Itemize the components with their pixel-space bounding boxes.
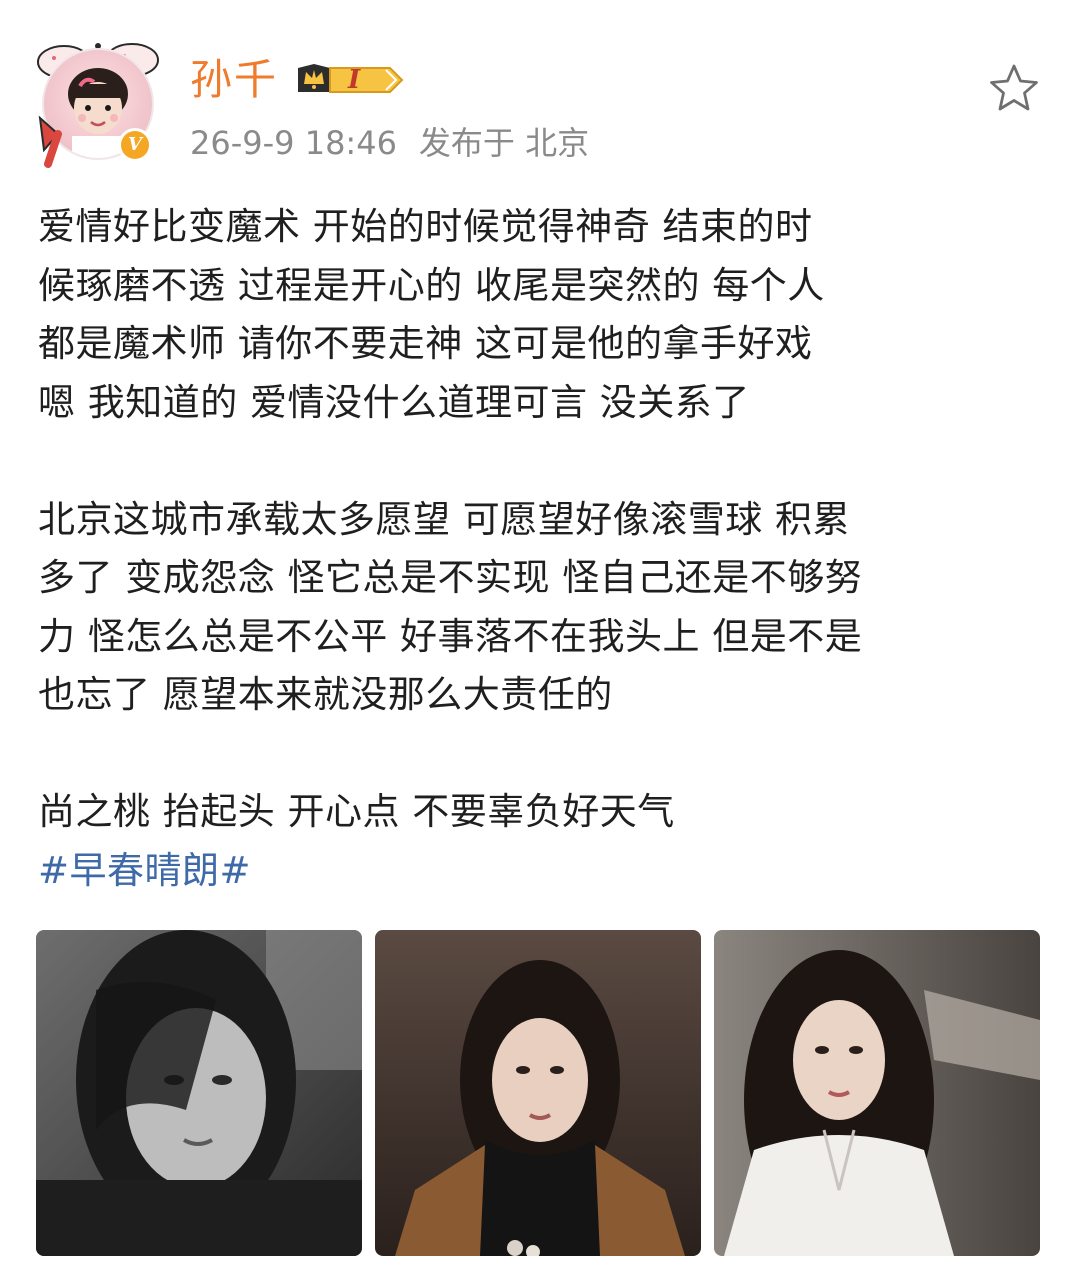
verified-mark: V — [121, 131, 149, 159]
photo-thumbnail[interactable] — [714, 930, 1040, 1256]
post-meta: 26-9-9 18:46 发布于 北京 — [190, 118, 589, 168]
member-level-text: I — [348, 65, 361, 95]
post-timestamp: 26-9-9 18:46 — [190, 124, 397, 162]
weibo-post: V 孙千 I 26-9-9 18:46 发布于 北京 爱情好比变魔术 开始的时候觉… — [0, 0, 1076, 1279]
star-outline-icon — [990, 64, 1038, 111]
portrait-photo-icon — [375, 930, 701, 1256]
avatar-bow-icon — [38, 115, 62, 168]
photo-thumbnail[interactable] — [36, 930, 362, 1256]
hashtag-link[interactable]: #早春晴朗# — [38, 842, 1028, 901]
post-paragraph: 北京这城市承载太多愿望 可愿望好像滚雪球 积累 多了 变成怨念 怪它总是不实现 … — [38, 497, 863, 717]
portrait-photo-icon — [714, 930, 1040, 1256]
photo-grid — [36, 930, 1040, 1256]
post-location: 发布于 北京 — [418, 124, 590, 162]
member-level-badge[interactable]: I — [294, 60, 406, 100]
avatar-container[interactable]: V — [34, 36, 162, 168]
post-paragraph: 尚之桃 抬起头 开心点 不要辜负好天气 — [38, 790, 675, 833]
post-paragraph: 爱情好比变魔术 开始的时候觉得神奇 结束的时 候琢磨不透 过程是开心的 收尾是突… — [38, 205, 825, 424]
username[interactable]: 孙千 — [190, 50, 278, 110]
post-content: 爱情好比变魔术 开始的时候觉得神奇 结束的时 候琢磨不透 过程是开心的 收尾是突… — [38, 198, 1028, 900]
verified-badge: V — [118, 128, 152, 162]
portrait-photo-icon — [36, 930, 362, 1256]
photo-thumbnail[interactable] — [375, 930, 701, 1256]
favorite-button[interactable] — [988, 62, 1040, 114]
